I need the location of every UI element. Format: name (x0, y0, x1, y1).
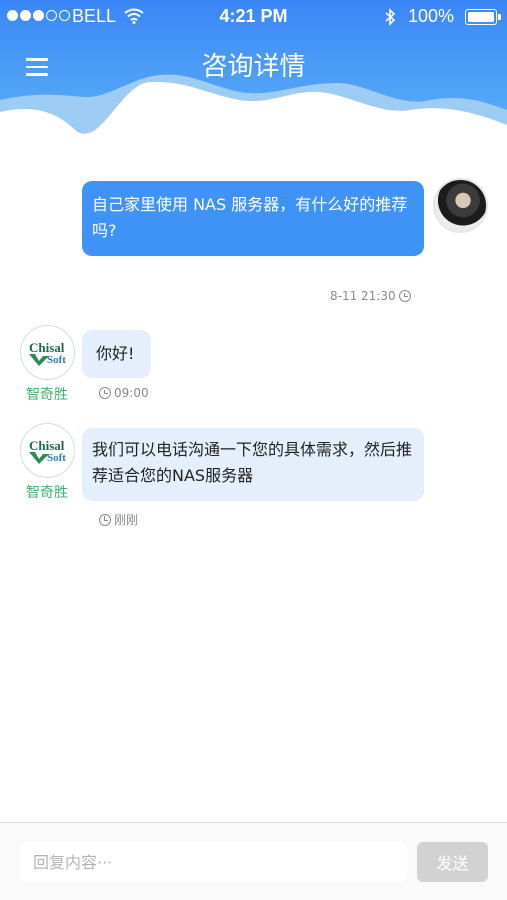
outgoing-timestamp-text: 8-11 21:30 (330, 289, 396, 303)
bluetooth-icon (385, 8, 396, 26)
clock-icon (398, 290, 411, 302)
agent-avatar[interactable]: Chisal Soft (20, 423, 75, 478)
composer-bar: 发送 (0, 822, 507, 900)
incoming-timestamp: 刚刚 (99, 511, 138, 528)
outgoing-message-bubble: 自己家里使用 NAS 服务器，有什么好的推荐吗? (82, 181, 424, 256)
agent-name: 智奇胜 (26, 485, 68, 501)
logo-text-soft: Soft (47, 354, 66, 366)
user-avatar[interactable] (433, 178, 488, 233)
page-title: 咨询详情 (201, 52, 306, 82)
incoming-timestamp-text: 刚刚 (114, 513, 139, 527)
logo-text-chisal: Chisal (29, 438, 65, 453)
clock-icon (99, 387, 111, 399)
status-bar: BELL 4:21 PM 100% (0, 0, 507, 34)
reply-input[interactable] (21, 842, 407, 882)
outgoing-timestamp: 8-11 21:30 (330, 289, 411, 303)
send-button[interactable]: 发送 (417, 842, 488, 882)
incoming-message-bubble: 我们可以电话沟通一下您的具体需求，然后推荐适合您的NAS服务器 (82, 428, 424, 501)
logo-text-chisal: Chisal (29, 340, 65, 355)
agent-avatar[interactable]: Chisal Soft (20, 325, 75, 380)
logo-text-soft: Soft (47, 452, 66, 464)
incoming-timestamp: 09:00 (99, 386, 149, 400)
app-header: BELL 4:21 PM 100% 咨询详情 (0, 0, 507, 145)
battery-percent: 100% (408, 6, 455, 26)
battery-icon (465, 9, 501, 25)
agent-name: 智奇胜 (26, 387, 68, 403)
incoming-message-bubble: 你好! (82, 330, 151, 378)
incoming-timestamp-text: 09:00 (114, 386, 149, 400)
clock-icon (99, 513, 111, 526)
